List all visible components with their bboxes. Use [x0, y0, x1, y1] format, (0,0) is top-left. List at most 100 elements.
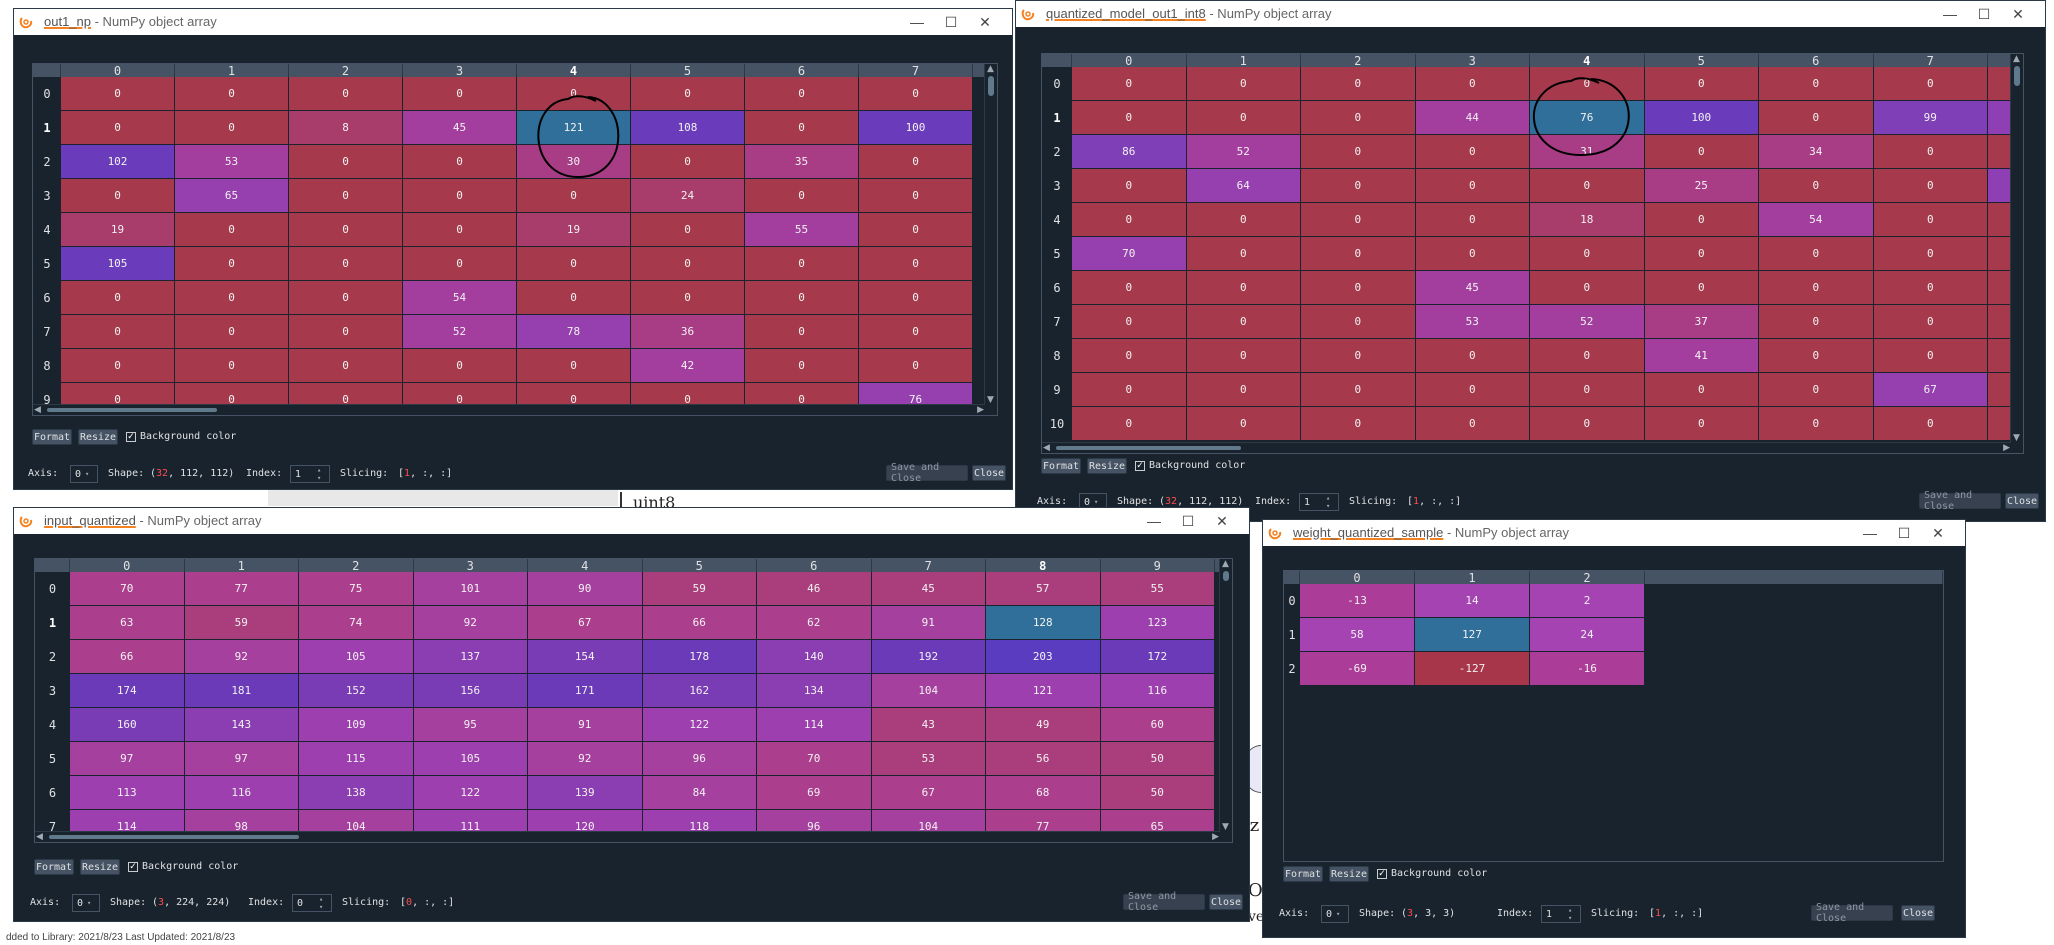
- array-cell[interactable]: 0: [1873, 271, 1988, 305]
- array-cell[interactable]: 0: [1301, 135, 1416, 169]
- array-cell[interactable]: 19: [517, 213, 631, 247]
- array-cell[interactable]: 0: [1759, 67, 1874, 101]
- array-cell[interactable]: 0: [745, 77, 859, 111]
- array-cell[interactable]: 0: [1186, 67, 1301, 101]
- array-cell[interactable]: 77: [184, 572, 299, 606]
- array-cell[interactable]: 115: [299, 742, 414, 776]
- array-cell[interactable]: 0: [1759, 305, 1874, 339]
- column-header[interactable]: 0: [1300, 571, 1415, 585]
- row-header[interactable]: 2: [33, 145, 61, 179]
- axis-select[interactable]: 0 ▾: [72, 894, 100, 912]
- array-cell-partial[interactable]: [1988, 67, 2011, 101]
- close-button[interactable]: Close: [972, 465, 1006, 481]
- column-header[interactable]: 0: [61, 64, 175, 78]
- array-cell[interactable]: 178: [642, 640, 757, 674]
- array-cell[interactable]: 121: [986, 674, 1101, 708]
- scroll-up-arrow[interactable]: ▲: [987, 64, 994, 74]
- array-cell[interactable]: 45: [871, 572, 986, 606]
- array-cell[interactable]: 0: [1415, 339, 1530, 373]
- array-cell[interactable]: 0: [1072, 407, 1187, 441]
- array-cell[interactable]: 90: [528, 572, 643, 606]
- array-cell[interactable]: 123: [1100, 606, 1215, 640]
- array-cell[interactable]: 42: [631, 349, 745, 383]
- array-cell[interactable]: 0: [289, 145, 403, 179]
- array-cell[interactable]: 0: [859, 349, 973, 383]
- array-cell[interactable]: 0: [1759, 339, 1874, 373]
- format-button[interactable]: Format: [1041, 458, 1081, 474]
- resize-button[interactable]: Resize: [1087, 458, 1127, 474]
- array-cell[interactable]: 160: [70, 708, 185, 742]
- array-table[interactable]: 0 1 2 3 4 5 6 7 8 9 0 70 77 75 101 90 59 46 45 57 55 1 63 59 74 9…: [34, 558, 1233, 843]
- array-cell[interactable]: 70: [70, 572, 185, 606]
- array-cell[interactable]: 50: [1100, 742, 1215, 776]
- array-cell[interactable]: 96: [642, 742, 757, 776]
- minimize-button[interactable]: —: [1855, 520, 1885, 546]
- vertical-scrollbar[interactable]: ▲ ▼: [984, 64, 997, 405]
- array-cell[interactable]: 0: [289, 281, 403, 315]
- array-cell[interactable]: 50: [1100, 776, 1215, 810]
- column-header[interactable]: 4: [528, 559, 643, 573]
- array-cell[interactable]: 18: [1530, 203, 1645, 237]
- array-cell[interactable]: 0: [1301, 305, 1416, 339]
- array-cell[interactable]: 68: [986, 776, 1101, 810]
- array-cell[interactable]: 128: [986, 606, 1101, 640]
- column-header[interactable]: 1: [1186, 54, 1301, 68]
- array-cell[interactable]: 181: [184, 674, 299, 708]
- array-cell[interactable]: 0: [1759, 101, 1874, 135]
- array-cell[interactable]: 65: [175, 179, 289, 213]
- array-cell[interactable]: 0: [631, 145, 745, 179]
- array-cell[interactable]: 52: [403, 315, 517, 349]
- array-cell[interactable]: 0: [1301, 203, 1416, 237]
- axis-select[interactable]: 0 ▾: [70, 465, 98, 483]
- array-cell[interactable]: 138: [299, 776, 414, 810]
- array-cell[interactable]: 0: [1530, 373, 1645, 407]
- array-cell-partial[interactable]: [1988, 203, 2011, 237]
- horizontal-scroll-thumb[interactable]: [49, 835, 299, 839]
- row-header[interactable]: 6: [1042, 271, 1072, 305]
- column-header[interactable]: 4: [1530, 54, 1645, 68]
- array-cell[interactable]: 0: [1873, 237, 1988, 271]
- array-cell[interactable]: 0: [61, 77, 175, 111]
- index-spinbox[interactable]: 0 ▴ ▾: [292, 894, 332, 912]
- array-cell[interactable]: 0: [403, 145, 517, 179]
- array-cell[interactable]: 0: [745, 111, 859, 145]
- array-cell[interactable]: 0: [403, 247, 517, 281]
- array-cell[interactable]: 174: [70, 674, 185, 708]
- array-cell[interactable]: 24: [631, 179, 745, 213]
- array-cell[interactable]: 55: [1100, 572, 1215, 606]
- array-cell[interactable]: 46: [757, 572, 872, 606]
- scroll-right-arrow[interactable]: ▶: [2003, 443, 2010, 453]
- scroll-up-arrow[interactable]: ▲: [2013, 54, 2020, 64]
- array-cell[interactable]: 0: [1072, 339, 1187, 373]
- array-cell[interactable]: -69: [1300, 652, 1415, 686]
- array-cell[interactable]: 41: [1644, 339, 1759, 373]
- array-cell[interactable]: 55: [745, 213, 859, 247]
- axis-select[interactable]: 0 ▾: [1321, 905, 1349, 923]
- array-cell[interactable]: 62: [757, 606, 872, 640]
- array-cell[interactable]: 0: [1186, 407, 1301, 441]
- array-cell[interactable]: 86: [1072, 135, 1187, 169]
- array-cell[interactable]: 0: [859, 315, 973, 349]
- scroll-left-arrow[interactable]: ◀: [34, 405, 41, 415]
- array-cell[interactable]: 0: [403, 213, 517, 247]
- array-cell[interactable]: 100: [859, 111, 973, 145]
- array-cell[interactable]: 0: [1415, 135, 1530, 169]
- row-header[interactable]: 0: [1042, 67, 1072, 101]
- array-cell[interactable]: 0: [1873, 67, 1988, 101]
- column-header[interactable]: 1: [175, 64, 289, 78]
- array-cell[interactable]: 139: [528, 776, 643, 810]
- vertical-scroll-thumb[interactable]: [1223, 571, 1229, 581]
- column-header[interactable]: 1: [1415, 571, 1530, 585]
- array-cell-partial[interactable]: [1988, 339, 2011, 373]
- array-cell[interactable]: 0: [1186, 305, 1301, 339]
- array-cell[interactable]: 0: [1072, 203, 1187, 237]
- array-cell[interactable]: 0: [1186, 373, 1301, 407]
- array-cell[interactable]: 63: [70, 606, 185, 640]
- array-cell[interactable]: 113: [70, 776, 185, 810]
- scroll-down-arrow[interactable]: ▼: [2013, 433, 2020, 443]
- array-cell[interactable]: 0: [1644, 271, 1759, 305]
- save-and-close-button[interactable]: Save and Close: [1123, 891, 1205, 913]
- array-cell[interactable]: 0: [517, 247, 631, 281]
- array-cell[interactable]: 0: [1530, 271, 1645, 305]
- array-cell[interactable]: 99: [1873, 101, 1988, 135]
